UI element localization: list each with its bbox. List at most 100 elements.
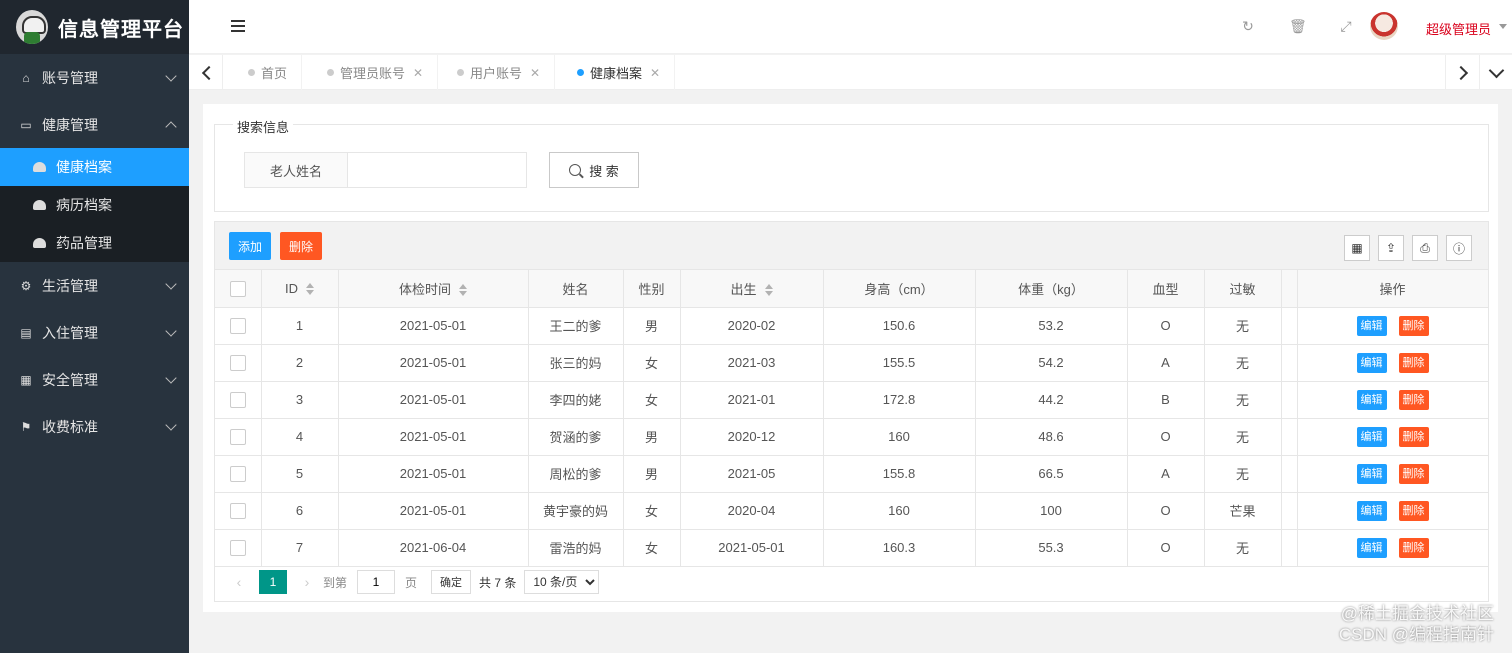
row-checkbox[interactable] [229,465,246,482]
dashboard-icon [33,237,47,249]
delete-button[interactable]: 删除 [1398,463,1429,484]
column-header-name: 姓名 [528,270,624,308]
sidebar-subitem-medicine[interactable]: 药品管理 [0,224,189,262]
cell-birth: 2021-05 [680,455,824,493]
export-icon[interactable]: ⇪ [1378,235,1404,261]
delete-button[interactable]: 删除 [1398,426,1429,447]
close-icon[interactable]: ✕ [530,66,540,80]
cell-height: 160 [823,418,976,456]
batch-delete-button[interactable]: 删除 [280,232,322,260]
delete-button[interactable]: 删除 [1398,537,1429,558]
prev-page-icon[interactable]: ‹ [229,574,249,590]
cell-weight: 54.2 [975,344,1128,382]
goto-page-input[interactable] [357,570,396,594]
sidebar-item-checkin[interactable]: ▤ 入住管理 [0,309,189,356]
sidebar: 信息管理平台 ⌂ 账号管理 ▭ 健康管理 健康档案 病历档案 药品管理 ⚙ 生活… [0,0,189,653]
select-all-checkbox[interactable] [229,280,246,297]
table-row[interactable]: 7 2021-06-04 雷浩的妈女 2021-05-01 160.3 55.3 O 无编辑删… [215,529,1489,567]
edit-button[interactable]: 编辑 [1356,500,1387,521]
edit-button[interactable]: 编辑 [1356,352,1387,373]
cell-height: 160.3 [823,529,976,567]
sidebar-item-life[interactable]: ⚙ 生活管理 [0,262,189,309]
row-checkbox[interactable] [229,391,246,408]
sort-icon[interactable] [306,283,314,296]
avatar[interactable] [1370,12,1398,40]
logo-icon [16,10,48,44]
tab-scroll-right-icon[interactable] [1445,55,1479,90]
print-icon[interactable]: ⎙ [1412,235,1438,261]
column-header-id[interactable]: ID [261,270,339,308]
actions-cell: 编辑 删除 [1297,307,1489,345]
spacer-cell [1281,307,1298,345]
cell-weight: 53.2 [975,307,1128,345]
actions-cell: 编辑 删除 [1297,529,1489,567]
sidebar-item-security[interactable]: ▦ 安全管理 [0,356,189,403]
refresh-icon[interactable]: ↻ [1240,18,1256,34]
sidebar-item-label: 安全管理 [42,371,98,388]
table-row[interactable]: 2 2021-05-01 张三的妈女 2021-03 155.5 54.2 A 无编辑 删除 [215,344,1489,382]
table-row[interactable]: 1 2021-05-01 王二的爹男 2020-02 150.6 53.2 O 无编辑 删除 [215,307,1489,345]
next-page-icon[interactable]: › [297,574,317,590]
tab-home[interactable]: 首页 [234,55,303,90]
info-icon[interactable]: ⓘ [1446,235,1472,261]
row-checkbox[interactable] [229,502,246,519]
table-row[interactable]: 5 2021-05-01 周松的爹男 2021-05 155.8 66.5 A 无编辑 删除 [215,455,1489,493]
menu-toggle-icon[interactable] [231,20,245,32]
cell-sex: 女 [623,344,681,382]
sidebar-subitem-health-record[interactable]: 健康档案 [0,148,189,186]
goto-confirm-button[interactable]: 确定 [431,570,472,594]
page-1-button[interactable]: 1 [259,570,287,594]
sidebar-item-label: 生活管理 [42,277,98,294]
column-header-date[interactable]: 体检时间 [338,270,529,308]
row-checkbox[interactable] [229,354,246,371]
delete-button[interactable]: 删除 [1398,500,1429,521]
sidebar-item-health[interactable]: ▭ 健康管理 [0,101,189,148]
edit-button[interactable]: 编辑 [1356,315,1387,336]
tab-health-record[interactable]: 健康档案 ✕ [563,55,676,90]
row-checkbox[interactable] [229,539,246,556]
delete-button[interactable]: 删除 [1398,352,1429,373]
dashboard-icon [33,199,47,211]
sort-icon[interactable] [764,284,773,297]
tab-scroll-left-icon[interactable] [189,55,223,90]
tab-admin-account[interactable]: 管理员账号 ✕ [313,55,439,90]
search-button[interactable]: 搜 索 [549,152,639,188]
table-row[interactable]: 3 2021-05-01 李四的姥女 2021-01 172.8 44.2 B 无编辑 删除 [215,381,1489,419]
sidebar-item-account[interactable]: ⌂ 账号管理 [0,54,189,101]
columns-filter-icon[interactable]: ▦ [1344,235,1370,261]
trash-icon[interactable]: 🗑 [1289,18,1307,34]
close-icon[interactable]: ✕ [650,66,660,80]
edit-button[interactable]: 编辑 [1356,389,1387,410]
sidebar-subitem-medical-record[interactable]: 病历档案 [0,186,189,224]
row-select-cell [215,418,262,456]
delete-button[interactable]: 删除 [1398,315,1429,336]
sort-icon[interactable] [459,284,467,297]
add-button[interactable]: 添加 [229,232,271,260]
table-row[interactable]: 4 2021-05-01 贺涵的爹男 2020-12 160 48.6 O 无编辑 删除 [215,418,1489,456]
edit-button[interactable]: 编辑 [1356,463,1387,484]
tab-dropdown-icon[interactable] [1479,55,1512,90]
delete-button[interactable]: 删除 [1398,389,1429,410]
cell-weight: 55.3 [975,529,1128,567]
edit-button[interactable]: 编辑 [1356,537,1387,558]
chevron-down-icon [165,70,177,82]
edit-button[interactable]: 编辑 [1356,426,1387,447]
row-select-cell [215,344,262,382]
search-input[interactable] [347,152,527,188]
tab-user-account[interactable]: 用户账号 ✕ [443,55,556,90]
fullscreen-icon[interactable]: ⤢ [1338,18,1354,34]
page-size-select[interactable]: 10 条/页 [524,570,600,594]
cell-id: 4 [261,418,339,456]
user-name[interactable]: 超级管理员 [1426,19,1491,38]
cell-blood: O [1127,307,1205,345]
caret-down-icon[interactable] [1499,24,1507,29]
cell-id: 5 [261,455,339,493]
cell-name: 贺涵的爹 [528,418,624,456]
close-icon[interactable]: ✕ [413,66,423,80]
row-checkbox[interactable] [229,317,246,334]
table-row[interactable]: 6 2021-05-01 黄宇豪的妈女 2020-04 160 100 O 芒果 编辑 删除 [215,492,1489,530]
column-header-birth[interactable]: 出生 [680,270,824,308]
column-header-spacer [1281,270,1298,308]
row-checkbox[interactable] [229,428,246,445]
sidebar-item-fees[interactable]: ⚑ 收费标准 [0,403,189,450]
